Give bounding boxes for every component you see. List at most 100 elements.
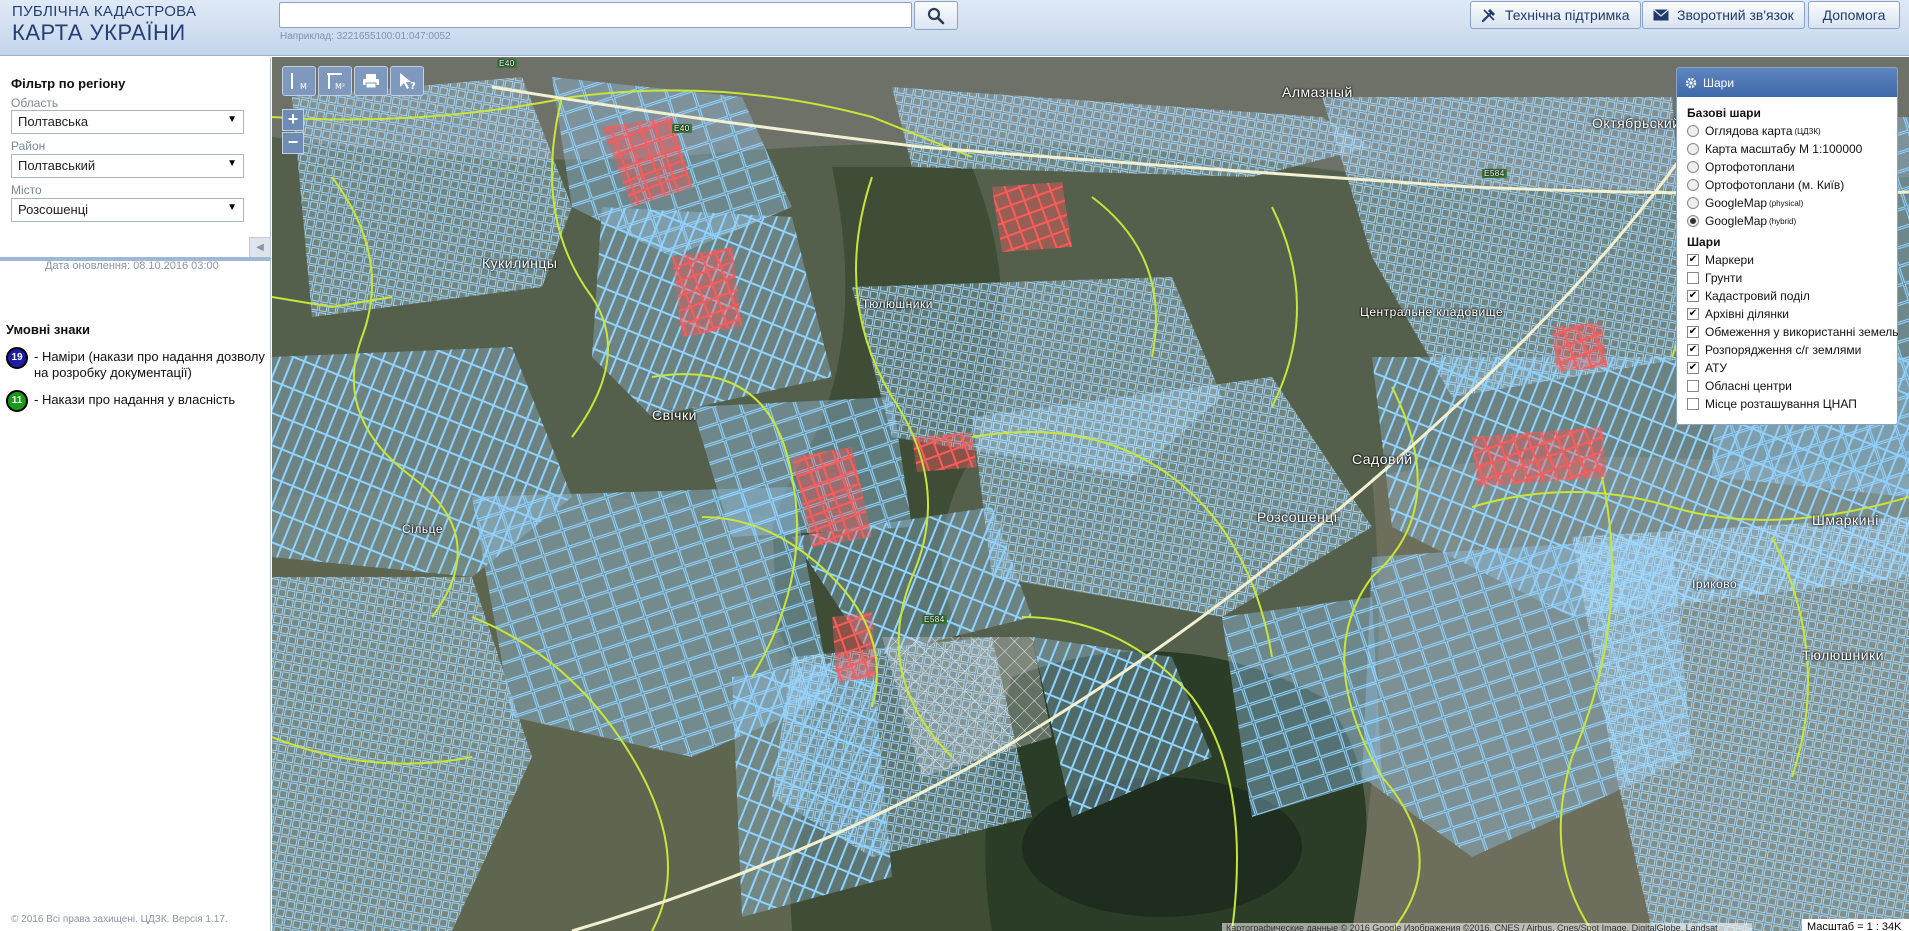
help-button[interactable]: Допомога (1808, 1, 1900, 29)
checkbox[interactable] (1687, 380, 1699, 392)
feedback-button[interactable]: Зворотний зв'язок (1642, 1, 1805, 29)
place-label: Садовий (1352, 451, 1413, 467)
raion-label: Район (11, 139, 46, 153)
search-input[interactable] (279, 2, 912, 28)
layers-header[interactable]: Шари (1677, 68, 1897, 97)
zoom-out-button[interactable]: − (282, 132, 304, 154)
collapse-sidebar-button[interactable]: ◀ (249, 237, 271, 259)
cursor-question-icon: ? (400, 73, 416, 91)
place-label: Тюлюшники (1802, 647, 1885, 663)
base-layer-note: (hybrid) (1769, 216, 1797, 226)
sidebar: Фільтр по регіону Область Полтавська ▼ Р… (0, 57, 271, 931)
base-layer-option[interactable]: Карта масштабу М 1:100000 (1687, 140, 1887, 158)
overlay-layer-option[interactable]: ✔ Кадастровий поділ (1687, 287, 1887, 305)
place-label: Свічки (652, 407, 697, 423)
radio-button[interactable] (1687, 143, 1699, 155)
oblast-label: Область (11, 96, 59, 110)
overlay-layer-option[interactable]: Грунти (1687, 269, 1887, 287)
update-date: Дата оновлення: 08.10.2016 03:00 (45, 260, 219, 272)
base-layer-option[interactable]: GoogleMap (hybrid) (1687, 212, 1887, 230)
overlay-layer-option[interactable]: ✔ АТУ (1687, 359, 1887, 377)
overlay-layer-label: Кадастровий поділ (1705, 289, 1810, 303)
base-layer-note: (ЦДЗК) (1794, 126, 1821, 136)
checkbox[interactable] (1687, 398, 1699, 410)
overlay-layer-label: Розпорядження с/г землями (1705, 343, 1862, 357)
satellite-map[interactable] (272, 57, 1909, 931)
base-layer-label: Ортофотоплани (м. Київ) (1705, 178, 1845, 192)
radio-button[interactable] (1687, 179, 1699, 191)
road-label: E40 (672, 124, 692, 133)
place-label: Iриково (1692, 577, 1738, 591)
legend-badge: 19 (6, 347, 28, 369)
checkbox[interactable]: ✔ (1687, 326, 1699, 338)
scale-indicator: Масштаб = 1 : 34K (1802, 919, 1909, 931)
overlay-layer-option[interactable]: Місце розташування ЦНАП (1687, 395, 1887, 413)
layers-panel: Шари Базові шари Оглядова карта (ЦДЗК) Кар… (1676, 67, 1898, 425)
place-label: Кукилинцы (482, 255, 558, 271)
print-button[interactable] (354, 66, 388, 96)
raion-select[interactable]: Полтавський ▼ (11, 154, 244, 178)
road-label: E40 (497, 59, 517, 68)
overlay-layer-label: Місце розташування ЦНАП (1705, 397, 1857, 411)
oblast-select[interactable]: Полтавська ▼ (11, 110, 244, 134)
overlay-layer-label: АТУ (1705, 361, 1728, 375)
checkbox[interactable]: ✔ (1687, 308, 1699, 320)
search-button[interactable] (914, 1, 958, 30)
radio-button[interactable] (1687, 161, 1699, 173)
overlay-layer-option[interactable]: ✔ Маркери (1687, 251, 1887, 269)
checkbox[interactable]: ✔ (1687, 254, 1699, 266)
overlay-layer-label: Маркери (1705, 253, 1754, 267)
layers-title: Шари (1703, 75, 1735, 90)
overlay-layer-option[interactable]: ✔ Розпорядження с/г землями (1687, 341, 1887, 359)
place-label: Розсошенці (1257, 509, 1338, 525)
logo-line2: КАРТА УКРАЇНИ (12, 20, 186, 45)
overlay-layers-title: Шари (1687, 235, 1721, 249)
copyright: © 2016 Всі права захищені. ЦДЗК. Версія … (11, 914, 228, 925)
dropdown-arrow-icon: ▼ (227, 114, 237, 125)
dropdown-arrow-icon: ▼ (227, 202, 237, 213)
base-layer-option[interactable]: Оглядова карта (ЦДЗК) (1687, 122, 1887, 140)
zoom-in-button[interactable]: + (282, 109, 304, 131)
gear-icon (1685, 77, 1697, 88)
radio-button[interactable] (1687, 197, 1699, 209)
place-label: Тюлюшники (862, 297, 933, 311)
overlay-layer-option[interactable]: Обласні центри (1687, 377, 1887, 395)
map-view[interactable]: Алмазный Октябрьский район Кукилинцы Цен… (272, 57, 1909, 931)
checkbox[interactable] (1687, 272, 1699, 284)
ruler-icon: M (291, 73, 307, 91)
svg-text:M²: M² (335, 82, 345, 91)
checkbox[interactable]: ✔ (1687, 344, 1699, 356)
base-layer-option[interactable]: Ортофотоплани (1687, 158, 1887, 176)
base-layer-option[interactable]: GoogleMap (physical) (1687, 194, 1887, 212)
base-layer-option[interactable]: Ортофотоплани (м. Київ) (1687, 176, 1887, 194)
overlay-layer-option[interactable]: ✔ Архівні ділянки (1687, 305, 1887, 323)
road-label: E584 (922, 615, 947, 624)
legend-item-intentions: 19 - Наміри (накази про надання дозволу … (6, 347, 268, 381)
map-attribution: Картографические данные © 2016 Google Из… (1222, 923, 1752, 931)
place-label: Сiльце (402, 522, 443, 536)
search-icon (927, 7, 945, 24)
site-logo[interactable]: ПУБЛІЧНА КАДАСТРОВА КАРТА УКРАЇНИ (12, 4, 196, 44)
base-layer-note: (physical) (1769, 198, 1804, 208)
radio-button[interactable] (1687, 215, 1699, 227)
oblast-value: Полтавська (18, 114, 89, 129)
support-button[interactable]: Технічна підтримка (1470, 1, 1641, 29)
base-layer-label: Ортофотоплани (1705, 160, 1795, 174)
overlay-layer-label: Обмеження у використанні земель (1705, 325, 1899, 339)
overlay-layer-label: Грунти (1705, 271, 1743, 285)
legend-title: Умовні знаки (6, 322, 90, 337)
area-ruler-icon: M² (327, 73, 345, 91)
checkbox[interactable]: ✔ (1687, 290, 1699, 302)
overlay-layer-option[interactable]: ✔ Обмеження у використанні земель (1687, 323, 1898, 341)
base-layer-label: Оглядова карта (1705, 124, 1793, 138)
radio-button[interactable] (1687, 125, 1699, 137)
measure-area-button[interactable]: M² (318, 66, 352, 96)
help-label: Допомога (1822, 7, 1886, 23)
measure-distance-button[interactable]: M (282, 66, 316, 96)
city-select[interactable]: Розсошенці ▼ (11, 198, 244, 222)
identify-button[interactable]: ? (390, 66, 424, 96)
base-layers-title: Базові шари (1687, 106, 1761, 120)
checkbox[interactable]: ✔ (1687, 362, 1699, 374)
base-layer-label: Карта масштабу М 1:100000 (1705, 142, 1863, 156)
legend-text: - Наміри (накази про надання дозволу на … (34, 349, 265, 380)
